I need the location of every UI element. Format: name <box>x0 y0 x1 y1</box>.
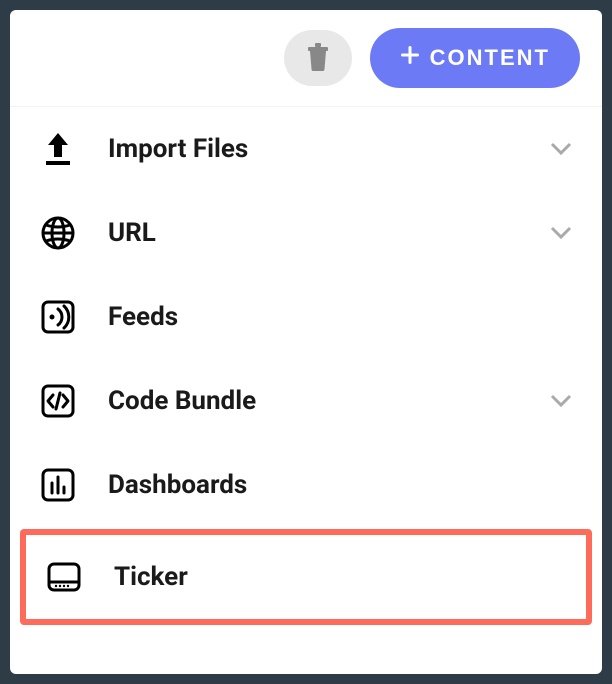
menu-item-label: Dashboards <box>108 470 574 500</box>
content-type-menu: Import Files URL <box>10 107 602 625</box>
chevron-down-icon <box>548 136 574 162</box>
dashboard-icon <box>38 465 78 505</box>
plus-icon <box>400 45 420 71</box>
menu-item-code-bundle[interactable]: Code Bundle <box>10 359 602 443</box>
code-icon <box>38 381 78 421</box>
add-content-button[interactable]: CONTENT <box>370 28 580 88</box>
menu-item-label: Feeds <box>108 302 574 332</box>
chevron-down-icon <box>548 388 574 414</box>
toolbar: CONTENT <box>10 10 602 107</box>
menu-item-label: Code Bundle <box>108 386 548 416</box>
delete-button[interactable] <box>284 30 352 86</box>
trash-icon <box>306 43 330 74</box>
menu-item-import-files[interactable]: Import Files <box>10 107 602 191</box>
menu-item-label: Import Files <box>108 134 548 164</box>
upload-icon <box>38 129 78 169</box>
menu-item-ticker[interactable]: Ticker <box>20 529 592 625</box>
menu-item-url[interactable]: URL <box>10 191 602 275</box>
menu-item-dashboards[interactable]: Dashboards <box>10 443 602 527</box>
chevron-down-icon <box>548 220 574 246</box>
app-window: CONTENT Import Files <box>10 10 602 674</box>
globe-icon <box>38 213 78 253</box>
menu-item-label: Ticker <box>114 562 568 592</box>
menu-item-label: URL <box>108 218 548 248</box>
menu-item-feeds[interactable]: Feeds <box>10 275 602 359</box>
add-content-label: CONTENT <box>430 45 550 71</box>
ticker-icon <box>44 557 84 597</box>
feeds-icon <box>38 297 78 337</box>
